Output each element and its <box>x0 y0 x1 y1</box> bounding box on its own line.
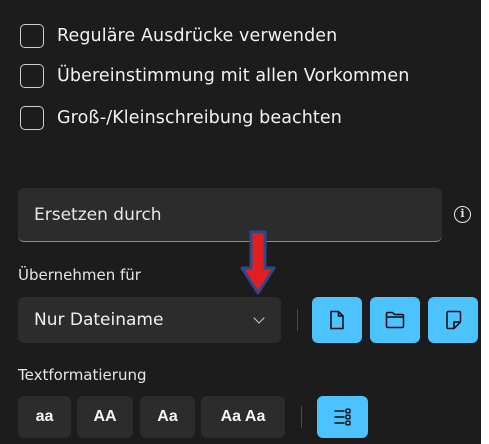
file-and-folder-button[interactable] <box>428 297 478 343</box>
checkbox-regex-box[interactable] <box>20 24 44 48</box>
checkbox-case-sensitive-box[interactable] <box>20 106 44 130</box>
replace-input-placeholder: Ersetzen durch <box>34 204 162 225</box>
folder-icon <box>385 311 405 329</box>
checkbox-match-all-box[interactable] <box>20 64 44 88</box>
text-format-label: Textformatierung <box>18 366 147 384</box>
replace-input[interactable]: Ersetzen durch <box>18 188 442 242</box>
file-button[interactable] <box>312 297 362 343</box>
file-and-folder-icon <box>446 310 462 330</box>
window-edge <box>481 0 489 444</box>
enumerate-list-icon <box>333 408 351 426</box>
folder-button[interactable] <box>370 297 420 343</box>
checkbox-regex[interactable]: Reguläre Ausdrücke verwenden <box>20 22 337 50</box>
checkbox-match-all[interactable]: Übereinstimmung mit allen Vorkommen <box>20 62 409 90</box>
checkbox-case-sensitive[interactable]: Groß-/Kleinschreibung beachten <box>20 104 342 132</box>
uppercase-button[interactable]: AA <box>77 396 133 438</box>
checkbox-regex-label: Reguläre Ausdrücke verwenden <box>57 26 338 46</box>
enumerate-button[interactable] <box>317 396 368 438</box>
capitalize-words-button[interactable]: Aa Aa <box>201 396 285 438</box>
capitalize-first-button[interactable]: Aa <box>140 396 195 438</box>
apply-to-selected: Nur Dateiname <box>34 310 164 330</box>
apply-to-label: Übernehmen für <box>18 266 141 284</box>
checkbox-case-sensitive-label: Groß-/Kleinschreibung beachten <box>57 108 342 128</box>
apply-to-dropdown[interactable]: Nur Dateiname <box>18 297 281 343</box>
divider <box>301 406 302 428</box>
annotation-arrow-icon <box>240 230 276 295</box>
divider <box>297 309 298 331</box>
lowercase-button[interactable]: aa <box>18 396 71 438</box>
chevron-down-icon <box>253 312 265 324</box>
file-icon <box>330 310 344 330</box>
checkbox-match-all-label: Übereinstimmung mit allen Vorkommen <box>57 66 410 86</box>
info-icon[interactable]: i <box>454 206 471 223</box>
